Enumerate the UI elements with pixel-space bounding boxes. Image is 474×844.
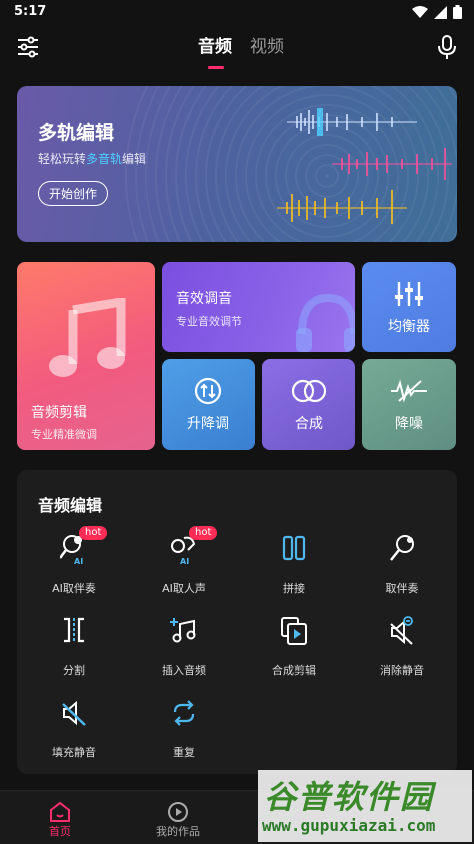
music-note-icon <box>49 298 126 377</box>
tool-merge-clip[interactable]: 合成剪辑 <box>239 616 349 686</box>
mix-label: 合成 <box>295 416 323 432</box>
merge-circles-icon <box>291 379 327 403</box>
tool-label: AI取人声 <box>162 582 206 595</box>
battery-icon <box>453 5 462 19</box>
tool-fill-silence[interactable]: 填充静音 <box>19 698 129 768</box>
audio-cut-tile[interactable]: 音频剪辑 专业精准微调 <box>17 262 155 450</box>
status-bar: 5:17 <box>0 0 474 26</box>
home-icon <box>50 801 70 822</box>
multitrack-waveform-icon <box>277 108 452 224</box>
nav-my-works-label: 我的作品 <box>156 825 200 838</box>
wifi-icon <box>412 5 428 18</box>
svg-text:AI: AI <box>180 557 189 564</box>
remove-silence-icon <box>390 616 413 645</box>
equalizer-icon <box>395 282 423 306</box>
pitch-label: 升降调 <box>187 416 229 432</box>
tool-label: 插入音频 <box>162 664 206 677</box>
tool-label: AI取伴奏 <box>52 582 96 595</box>
tab-audio[interactable]: 音频 <box>198 32 232 69</box>
tool-accompaniment[interactable]: 取伴奏 <box>347 534 457 604</box>
top-bar: 音频 视频 <box>0 26 474 72</box>
headphones-icon <box>296 293 355 352</box>
audio-edit-panel: 音频编辑 AI hot AI取伴奏 AI hot AI取人声 拼接 取伴奏 分割… <box>17 470 457 774</box>
multitrack-banner[interactable]: 多轨编辑 轻松玩转多音轨编辑 开始创作 <box>17 86 457 242</box>
tool-label: 取伴奏 <box>385 582 419 595</box>
mix-tile[interactable]: 合成 <box>262 359 355 450</box>
start-create-button[interactable]: 开始创作 <box>38 181 109 206</box>
microphone-icon[interactable] <box>436 34 458 60</box>
sound-effect-label: 音效调音 <box>176 291 232 307</box>
svg-text:AI: AI <box>74 557 83 564</box>
watermark-url: www.gupuxiazai.com <box>262 816 436 835</box>
split-icon <box>64 617 84 643</box>
tool-label: 拼接 <box>283 582 305 595</box>
nav-home[interactable]: 首页 <box>20 801 100 839</box>
equalizer-label: 均衡器 <box>388 319 430 335</box>
media-tabs: 音频 视频 <box>198 32 284 69</box>
audio-edit-title: 音频编辑 <box>38 496 103 515</box>
play-circle-icon <box>168 802 188 822</box>
merge-clip-icon <box>281 617 307 645</box>
mic-icon <box>390 535 414 561</box>
denoise-tile[interactable]: 降噪 <box>362 359 456 450</box>
settings-sliders-icon[interactable] <box>16 36 40 58</box>
equalizer-tile[interactable]: 均衡器 <box>362 262 456 352</box>
banner-subtitle: 轻松玩转多音轨编辑 <box>38 152 147 166</box>
insert-audio-icon <box>170 618 196 643</box>
signal-icon <box>434 5 447 19</box>
tool-ai-accompaniment[interactable]: AI hot AI取伴奏 <box>19 526 129 604</box>
nav-home-label: 首页 <box>49 825 71 838</box>
tool-remove-silence[interactable]: 消除静音 <box>347 616 457 686</box>
status-icons <box>412 5 462 19</box>
splice-icon <box>282 535 306 561</box>
tool-insert-audio[interactable]: 插入音频 <box>129 616 239 686</box>
tool-splice[interactable]: 拼接 <box>239 534 349 604</box>
hot-badge: hot <box>79 526 108 540</box>
denoise-label: 降噪 <box>395 416 423 432</box>
audio-cut-label: 音频剪辑 <box>31 405 87 421</box>
tool-ai-vocals[interactable]: AI hot AI取人声 <box>129 526 239 604</box>
watermark: 谷普软件园 www.gupuxiazai.com <box>258 770 472 842</box>
tool-split[interactable]: 分割 <box>19 616 129 686</box>
tool-repeat[interactable]: 重复 <box>129 698 239 768</box>
tool-label: 合成剪辑 <box>272 664 316 677</box>
pitch-icon <box>194 377 222 405</box>
hot-badge: hot <box>189 526 218 540</box>
sound-effect-tile[interactable]: 音效调音 专业音效调节 <box>162 262 355 352</box>
tool-label: 消除静音 <box>380 664 424 677</box>
status-time: 5:17 <box>14 4 47 19</box>
tool-label: 重复 <box>173 746 195 759</box>
fill-silence-icon <box>62 700 86 726</box>
tool-label: 填充静音 <box>52 746 96 759</box>
denoise-wave-icon <box>391 379 427 403</box>
pitch-tile[interactable]: 升降调 <box>162 359 255 450</box>
nav-my-works[interactable]: 我的作品 <box>138 801 218 839</box>
sound-effect-sub: 专业音效调节 <box>176 315 242 328</box>
audio-cut-sub: 专业精准微调 <box>31 428 97 441</box>
watermark-title: 谷普软件园 <box>264 778 435 816</box>
repeat-icon <box>173 700 195 726</box>
tool-label: 分割 <box>63 664 85 677</box>
tab-video[interactable]: 视频 <box>250 32 284 57</box>
banner-title: 多轨编辑 <box>38 122 115 144</box>
